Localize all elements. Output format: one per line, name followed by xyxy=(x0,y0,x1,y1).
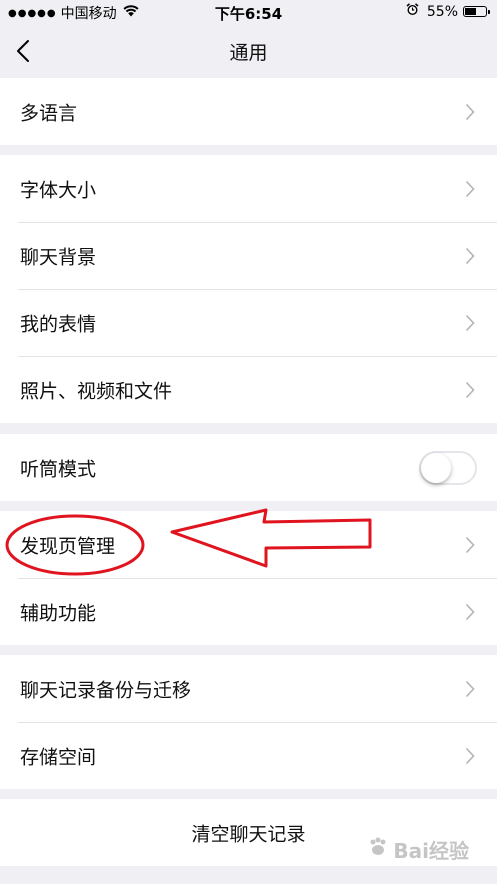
chevron-right-icon xyxy=(465,381,475,398)
row-label: 发现页管理 xyxy=(20,535,116,557)
row-label: 照片、视频和文件 xyxy=(20,380,173,402)
watermark: Bai经验 xyxy=(367,835,469,864)
alarm-icon xyxy=(406,3,419,20)
row-label: 聊天背景 xyxy=(20,246,97,268)
chevron-right-icon xyxy=(465,747,475,764)
group-language: 多语言 xyxy=(0,78,497,145)
row-label: 字体大小 xyxy=(20,179,97,201)
row-label: 我的表情 xyxy=(20,313,97,335)
paw-icon xyxy=(367,836,389,863)
group-storage: 聊天记录备份与迁移 存储空间 xyxy=(0,655,497,789)
row-font-size[interactable]: 字体大小 xyxy=(0,155,497,222)
row-storage[interactable]: 存储空间 xyxy=(0,722,497,789)
status-right: 55% xyxy=(406,3,490,20)
battery-fill xyxy=(465,8,476,15)
row-photos-videos-files[interactable]: 照片、视频和文件 xyxy=(0,356,497,423)
group-display: 字体大小 聊天背景 我的表情 照片、视频和文件 xyxy=(0,155,497,423)
battery-icon xyxy=(463,6,490,17)
row-earpiece-mode: 听筒模式 xyxy=(0,434,497,501)
chevron-right-icon xyxy=(465,603,475,620)
row-discover-management[interactable]: 发现页管理 xyxy=(0,511,497,578)
chevron-right-icon xyxy=(465,180,475,197)
row-label: 听筒模式 xyxy=(20,458,97,480)
row-label: 聊天记录备份与迁移 xyxy=(20,679,192,701)
earpiece-mode-toggle[interactable] xyxy=(419,450,477,485)
nav-bar: 通用 xyxy=(0,24,497,78)
watermark-text: Bai经验 xyxy=(393,839,469,863)
row-chat-backup-migrate[interactable]: 聊天记录备份与迁移 xyxy=(0,655,497,722)
group-earpiece: 听筒模式 xyxy=(0,434,497,501)
row-accessibility[interactable]: 辅助功能 xyxy=(0,578,497,645)
status-bar: ●●●●● 中国移动 下午6:54 55% xyxy=(0,0,497,24)
chevron-right-icon xyxy=(465,247,475,264)
chevron-right-icon xyxy=(465,536,475,553)
row-label: 多语言 xyxy=(20,102,78,124)
page-title: 通用 xyxy=(229,42,268,64)
battery-percent: 55% xyxy=(426,3,458,20)
row-chat-background[interactable]: 聊天背景 xyxy=(0,222,497,289)
group-discover: 发现页管理 辅助功能 xyxy=(0,511,497,645)
row-label: 存储空间 xyxy=(20,746,97,768)
toggle-knob xyxy=(421,452,451,483)
chevron-right-icon xyxy=(465,680,475,697)
chevron-right-icon xyxy=(465,103,475,120)
chevron-right-icon xyxy=(465,314,475,331)
row-label: 辅助功能 xyxy=(20,602,97,624)
row-my-stickers[interactable]: 我的表情 xyxy=(0,289,497,356)
row-language[interactable]: 多语言 xyxy=(0,78,497,145)
